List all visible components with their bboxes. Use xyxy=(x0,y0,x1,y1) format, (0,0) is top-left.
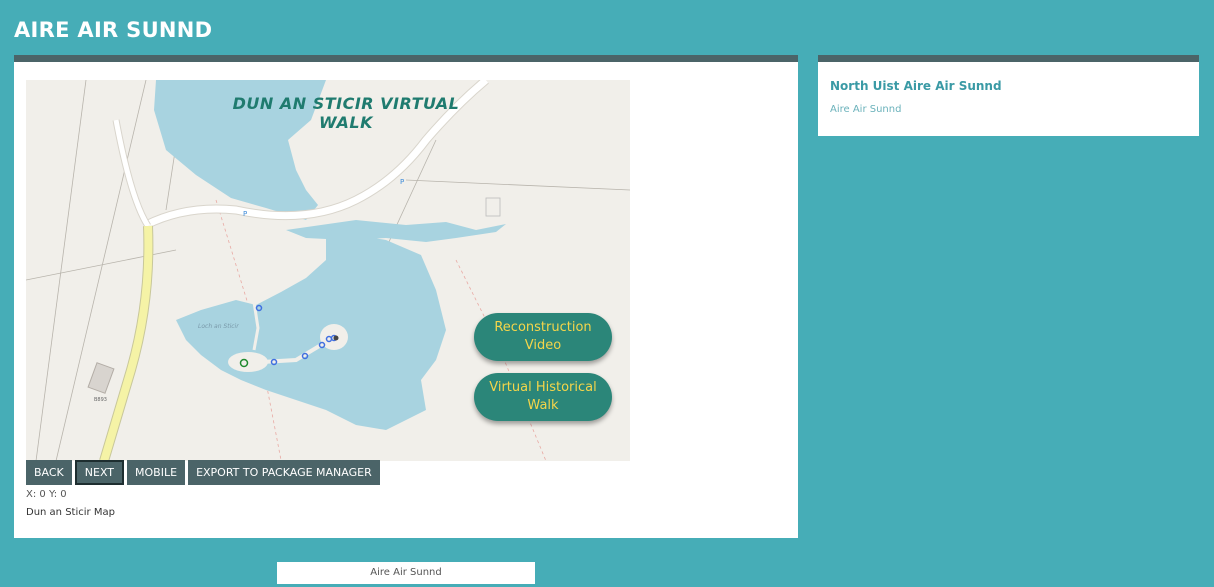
map-caption: Dun an Sticir Map xyxy=(26,507,115,518)
side-panel-title[interactable]: North Uist Aire Air Sunnd xyxy=(830,79,1187,93)
map-title: DUN AN STICIR VIRTUAL WALK xyxy=(232,94,460,132)
svg-text:Loch an Sticir: Loch an Sticir xyxy=(198,323,239,330)
virtual-walk-button[interactable]: Virtual Historical Walk xyxy=(474,373,612,421)
svg-text:B893: B893 xyxy=(94,397,107,403)
next-button[interactable]: NEXT xyxy=(74,460,125,485)
reconstruction-video-button[interactable]: Reconstruction Video xyxy=(474,313,612,361)
toolbar: BACK NEXT MOBILE EXPORT TO PACKAGE MANAG… xyxy=(26,460,380,485)
side-panel-subtitle: Aire Air Sunnd xyxy=(830,104,902,115)
side-panel: North Uist Aire Air Sunnd Aire Air Sunnd xyxy=(818,55,1199,136)
footer-label: Aire Air Sunnd xyxy=(277,562,535,584)
coordinates-readout: X: 0 Y: 0 xyxy=(26,489,67,500)
svg-text:P: P xyxy=(400,178,404,186)
back-button[interactable]: BACK xyxy=(26,460,72,485)
map-view[interactable]: P P Loch an Sticir B893 DUN AN STICIR VI… xyxy=(26,80,630,461)
export-button[interactable]: EXPORT TO PACKAGE MANAGER xyxy=(188,460,380,485)
main-panel: P P Loch an Sticir B893 DUN AN STICIR VI… xyxy=(14,55,798,538)
app-title: AIRE AIR SUNND xyxy=(14,18,213,42)
mobile-button[interactable]: MOBILE xyxy=(127,460,186,485)
svg-text:P: P xyxy=(243,210,247,218)
